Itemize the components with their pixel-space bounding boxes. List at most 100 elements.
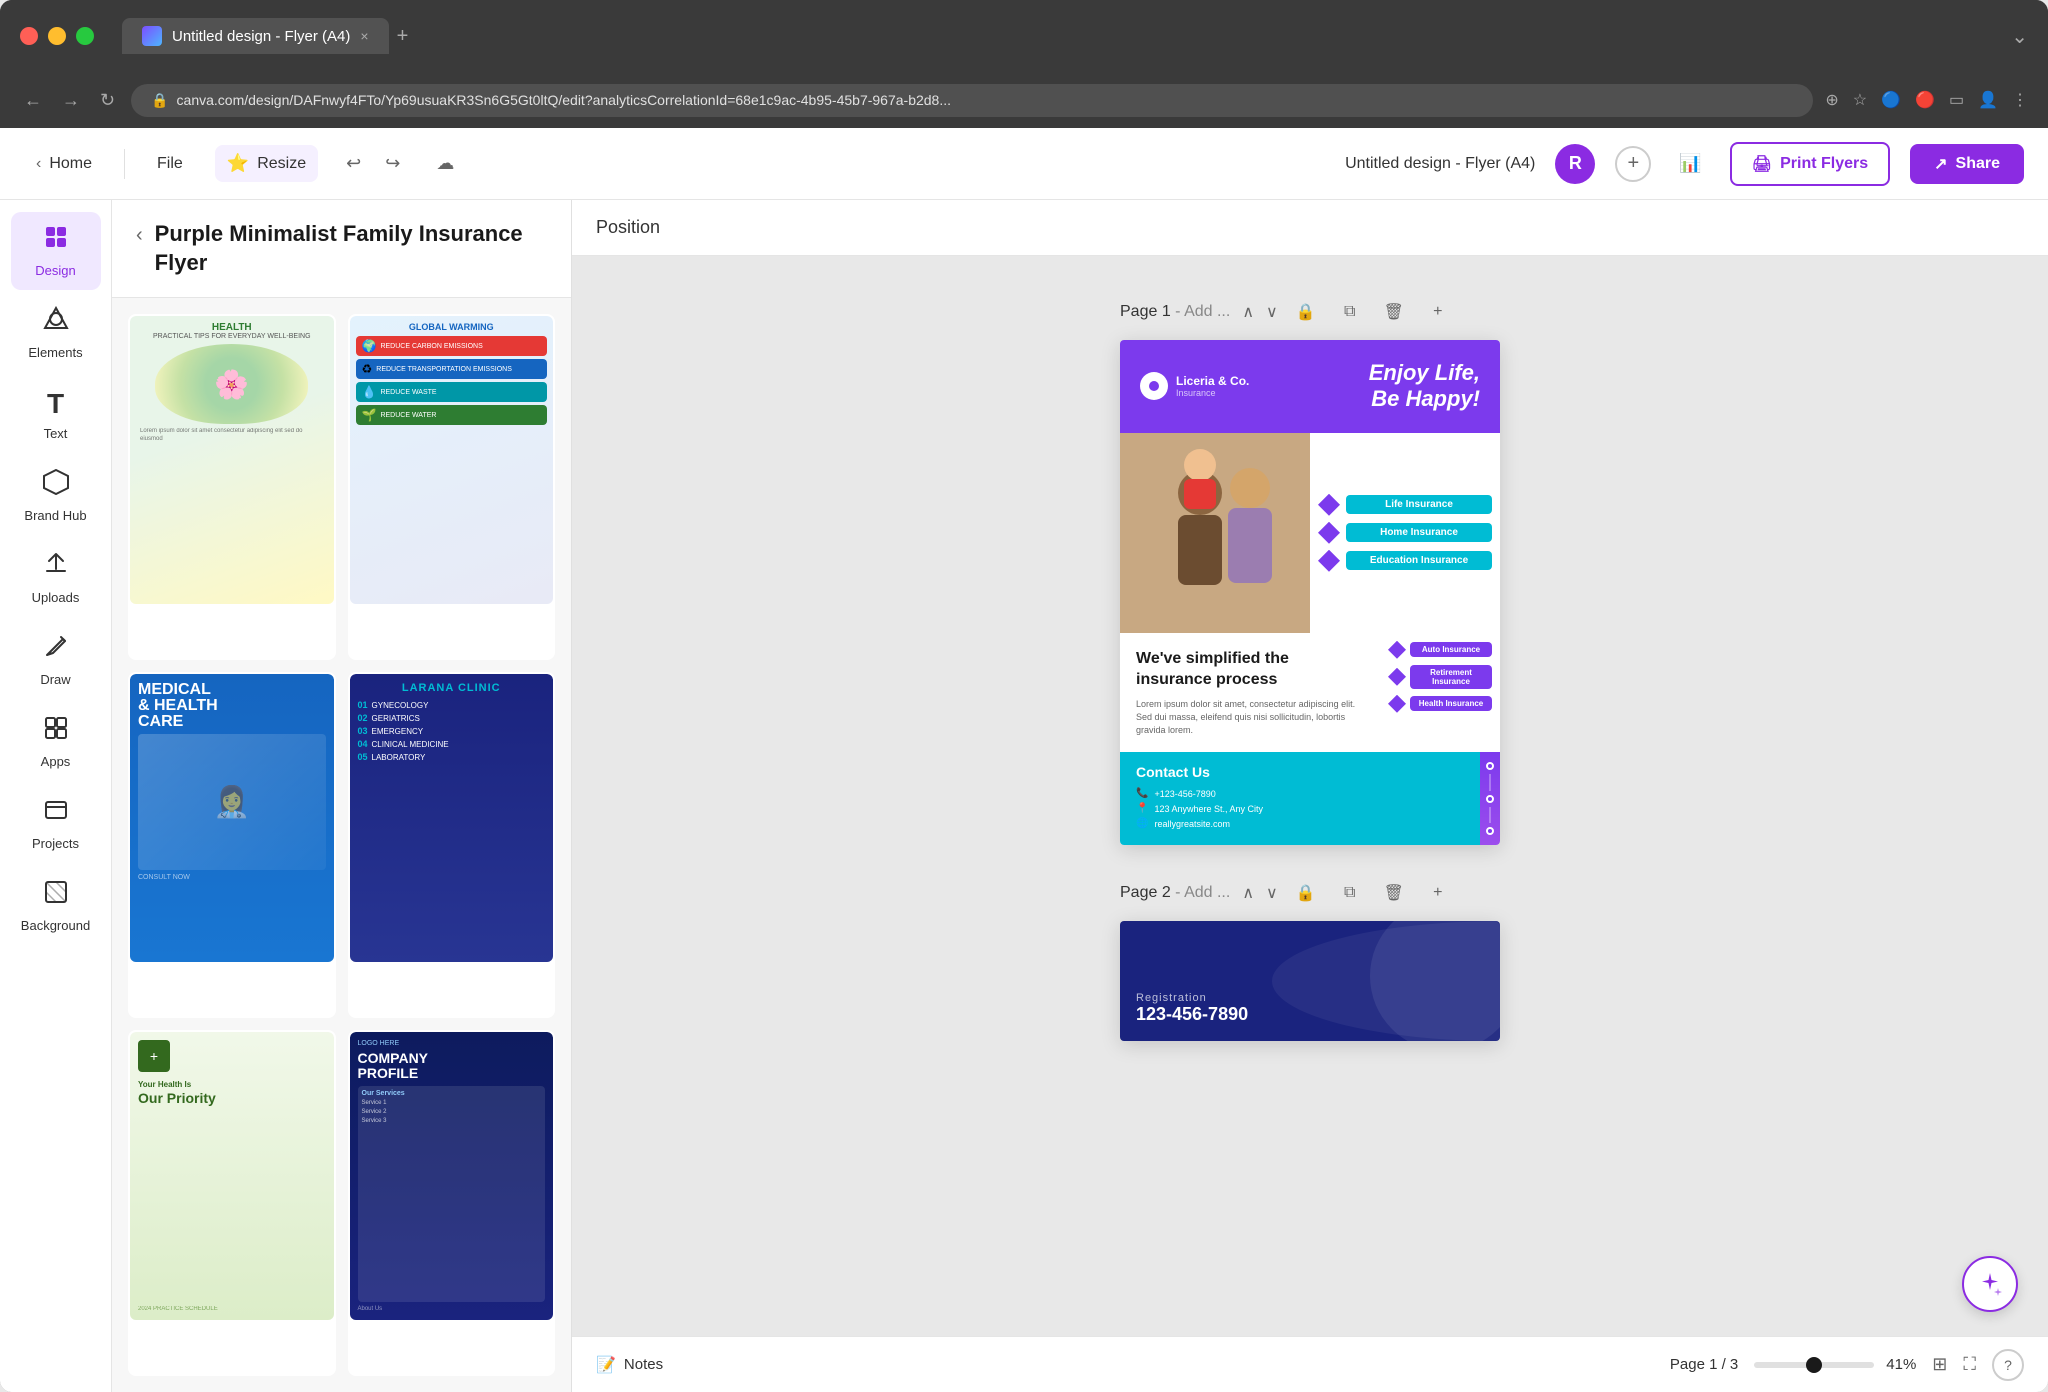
logo-tagline: Insurance	[1176, 388, 1249, 398]
location-icon: 📍	[1136, 803, 1148, 814]
page-1-lock-icon[interactable]: 🔒	[1290, 296, 1322, 328]
share-button[interactable]: ↗ Share	[1910, 144, 2024, 184]
extension-icon-2[interactable]: 🔴	[1915, 90, 1935, 110]
contact-website: 🌐 reallygreatsite.com	[1136, 818, 1464, 829]
analytics-icon[interactable]: 📊	[1671, 145, 1709, 182]
service-badge-home: Home Insurance	[1346, 523, 1492, 542]
page-1-down-button[interactable]: ∨	[1266, 302, 1278, 322]
bookmark-icon[interactable]: ☆	[1853, 90, 1867, 110]
sidebar-item-projects[interactable]: Projects	[11, 785, 101, 863]
logo-circle	[1140, 372, 1168, 400]
service-badge-life: Life Insurance	[1346, 495, 1492, 514]
home-button[interactable]: ‹ Home	[24, 147, 104, 181]
service-badge-health: Health Insurance	[1410, 696, 1492, 711]
page-1-delete-icon[interactable]: 🗑	[1378, 296, 1410, 328]
sidebar-item-uploads[interactable]: Uploads	[11, 539, 101, 617]
sidebar-label-design: Design	[35, 263, 75, 278]
page-1-block: Page 1 - Add ... ∧ ∨ 🔒 ⧉ 🗑 +	[1120, 296, 1500, 845]
new-tab-button[interactable]: +	[397, 25, 409, 48]
contact-address: 📍 123 Anywhere St., Any City	[1136, 803, 1464, 814]
sidebar-label-apps: Apps	[41, 754, 71, 769]
close-button[interactable]	[20, 27, 38, 45]
template-card-company[interactable]: LOGO HERE COMPANYPROFILE Our Services Se…	[348, 1030, 556, 1376]
print-flyers-button[interactable]: 🖨 Print Flyers	[1730, 142, 1890, 186]
user-avatar[interactable]: R	[1555, 144, 1595, 184]
page-2-down-button[interactable]: ∨	[1266, 883, 1278, 903]
fullscreen-button[interactable]	[76, 27, 94, 45]
help-button[interactable]: ?	[1992, 1349, 2024, 1381]
draw-icon	[43, 633, 69, 666]
page-2-copy-icon[interactable]: ⧉	[1334, 877, 1366, 909]
minimize-button[interactable]	[48, 27, 66, 45]
divider	[124, 149, 125, 179]
extension-icon-1[interactable]: 🔵	[1881, 90, 1901, 110]
page-action-icon[interactable]: ⊕	[1825, 90, 1838, 110]
window-menu-icon[interactable]: ⌄	[2011, 24, 2028, 49]
traffic-lights	[20, 27, 94, 45]
sidebar-item-draw[interactable]: Draw	[11, 621, 101, 699]
flyer-page-2-preview[interactable]: Registration 123-456-7890	[1120, 921, 1500, 1041]
canva-topbar: ‹ Home File ⭐ Resize ↩ ↪ ☁ Untitled desi…	[0, 128, 2048, 200]
template-card-clinic[interactable]: LARANA CLINIC 01GYNECOLOGY 02GERIATRICS …	[348, 672, 556, 1018]
page-2-delete-icon[interactable]: 🗑	[1378, 877, 1410, 909]
address-bar[interactable]: 🔒 canva.com/design/DAFnwyf4FTo/Yp69usuaK…	[131, 84, 1813, 117]
design-title: Untitled design - Flyer (A4)	[1345, 155, 1535, 173]
zoom-thumb	[1806, 1357, 1822, 1373]
page-2-up-button[interactable]: ∧	[1242, 883, 1254, 903]
tab-icon	[142, 26, 162, 46]
sidebar-item-text[interactable]: T Text	[11, 376, 101, 453]
active-tab[interactable]: Untitled design - Flyer (A4) ×	[122, 18, 389, 54]
page-1-copy-icon[interactable]: ⧉	[1334, 296, 1366, 328]
magic-ai-button[interactable]	[1962, 1256, 2018, 1312]
sidebar-item-brand[interactable]: Brand Hub	[11, 457, 101, 535]
tab-close-icon[interactable]: ×	[360, 28, 368, 44]
sidebar-item-apps[interactable]: Apps	[11, 703, 101, 781]
file-menu-button[interactable]: File	[145, 147, 195, 181]
timeline-dot-2	[1486, 795, 1494, 803]
notes-button[interactable]: 📝 Notes	[596, 1355, 663, 1375]
fullscreen-icon[interactable]: ⛶	[1963, 1354, 1976, 1375]
profile-icon[interactable]: 👤	[1978, 90, 1998, 110]
back-button[interactable]: ‹	[136, 224, 143, 247]
redo-button[interactable]: ↪	[377, 145, 408, 182]
service-text-education: Education Insurance	[1354, 555, 1484, 566]
template-card-health[interactable]: HEALTH PRACTICAL TIPS FOR EVERYDAY WELL-…	[128, 314, 336, 660]
template-card-priority[interactable]: + Your Health Is Our Priority 2024 PRACT…	[128, 1030, 336, 1376]
grid-view-icon[interactable]: ⊞	[1932, 1354, 1947, 1375]
refresh-nav-icon[interactable]: ↻	[96, 86, 119, 115]
contact-title: Contact Us	[1136, 764, 1464, 780]
template-card-global[interactable]: GLOBAL WARMING 🌍 REDUCE CARBON EMISSIONS…	[348, 314, 556, 660]
timeline-dot-3	[1486, 827, 1494, 835]
sidebar-item-design[interactable]: Design	[11, 212, 101, 290]
bottom-bar: 📝 Notes Page 1 / 3 41% ⊞ ⛶ ?	[572, 1336, 2048, 1392]
template-card-medical[interactable]: MEDICAL& HEALTHCARE 👩‍⚕️ CONSULT NOW	[128, 672, 336, 1018]
page-1-add-icon[interactable]: +	[1422, 296, 1454, 328]
sidebar-item-background[interactable]: Background	[11, 867, 101, 945]
page-2-add-icon[interactable]: +	[1422, 877, 1454, 909]
service-row-diamond-icon	[1388, 695, 1406, 713]
add-collaborator-button[interactable]: +	[1615, 146, 1651, 182]
background-icon	[43, 879, 69, 912]
family-image	[1120, 433, 1310, 633]
flyer-tagline: Enjoy Life, Be Happy!	[1369, 360, 1480, 413]
sidebar-item-elements[interactable]: Elements	[11, 294, 101, 372]
forward-nav-icon[interactable]: →	[58, 86, 84, 115]
cloud-sync-icon[interactable]: ☁	[428, 145, 462, 182]
resize-button[interactable]: ⭐ Resize	[215, 145, 318, 182]
back-nav-icon[interactable]: ←	[20, 86, 46, 115]
page-1-up-button[interactable]: ∧	[1242, 302, 1254, 322]
left-sidebar: Design Elements T Text Brand Hub	[0, 200, 112, 1392]
home-label: Home	[49, 155, 92, 173]
sidebar-toggle-icon[interactable]: ▭	[1949, 90, 1964, 110]
star-icon: ⭐	[227, 153, 249, 174]
timeline-line-1	[1489, 774, 1491, 791]
service-retirement: Retirement Insurance	[1388, 665, 1492, 689]
more-options-icon[interactable]: ⋮	[2012, 90, 2028, 110]
position-label: Position	[596, 217, 660, 238]
sidebar-label-text: Text	[44, 426, 68, 441]
zoom-slider[interactable]	[1754, 1362, 1874, 1368]
canvas-scroll[interactable]: Page 1 - Add ... ∧ ∨ 🔒 ⧉ 🗑 +	[572, 256, 2048, 1336]
page-2-lock-icon[interactable]: 🔒	[1290, 877, 1322, 909]
undo-button[interactable]: ↩	[338, 145, 369, 182]
flyer-page-1[interactable]: ↻ Liceria & Co.	[1120, 340, 1500, 845]
